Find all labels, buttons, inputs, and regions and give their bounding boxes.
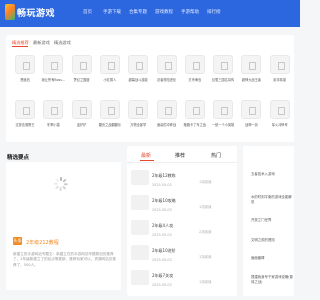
game-label[interactable]: 我让所有Boss...: [38, 77, 68, 82]
side-item[interactable]: 提建我身号干家游戏攻略(繁体之战): [251, 275, 293, 291]
game-icon[interactable]: [269, 55, 290, 74]
game-label[interactable]: 超神大战王者: [236, 77, 266, 82]
game-icon[interactable]: [128, 100, 149, 119]
game-label[interactable]: 冬季小猫: [38, 122, 68, 127]
list-item[interactable]: 2年级7关攻 2025-05-03 1次阅读: [131, 270, 231, 298]
article-views: 1次阅读: [199, 180, 212, 184]
loading-spinner-icon: [53, 177, 68, 191]
game-icon[interactable]: [241, 55, 262, 74]
tab-popular[interactable]: 热门: [211, 152, 221, 159]
side-item[interactable]: 开放之门世界: [251, 218, 293, 234]
side-item-label[interactable]: 面面最棒: [251, 256, 293, 261]
game-label[interactable]: 忍者冒险进化: [152, 77, 182, 82]
side-item-label[interactable]: 五者技术入游戏: [251, 172, 293, 177]
list-item[interactable]: 2年级10进阶 2025-05-03 1次阅读: [131, 245, 231, 273]
game-icon[interactable]: [269, 100, 290, 119]
game-label[interactable]: 跑跑卡丁车之战: [180, 122, 210, 127]
game-label[interactable]: 射手精英: [265, 77, 295, 82]
side-item-label[interactable]: 水的时刻平衡的游戏全能解说: [251, 195, 293, 205]
site-name[interactable]: 畅玩游戏: [17, 6, 55, 19]
game-icon[interactable]: [43, 100, 64, 119]
game-icon[interactable]: [43, 55, 64, 74]
side-item[interactable]: 文明之前的冒险: [251, 238, 293, 254]
side-item[interactable]: 水的时刻平衡的游戏全能解说: [251, 195, 293, 211]
game-icon[interactable]: [15, 100, 35, 119]
tab-latest[interactable]: 最新游戏: [33, 40, 50, 46]
game-icon[interactable]: [15, 55, 35, 74]
article-views: 1次阅读: [199, 280, 212, 284]
article-date: 2025-05-03: [152, 283, 172, 287]
article-date: 2025-05-03: [152, 208, 172, 212]
game-icon[interactable]: [156, 55, 177, 74]
game-label[interactable]: 战神一剑: [236, 122, 266, 127]
tab-selected[interactable]: 精选游戏: [54, 40, 71, 46]
nav-tutorials[interactable]: 游戏教程: [155, 9, 173, 15]
article-title[interactable]: 2年级7关攻: [152, 273, 173, 279]
game-label[interactable]: 方舟海岛: [180, 77, 210, 82]
side-item-label[interactable]: 开放之门世界: [251, 218, 293, 223]
game-icon[interactable]: [156, 100, 177, 119]
article-thumbnail[interactable]: [131, 270, 149, 285]
game-label[interactable]: 超幕战斗技能: [123, 77, 153, 82]
game-icon[interactable]: [184, 55, 205, 74]
game-icon[interactable]: [99, 55, 120, 74]
article-thumbnail[interactable]: [131, 170, 149, 185]
list-item[interactable]: 2年级4人攻 2025-05-03 2次阅读: [131, 220, 231, 248]
game-icon[interactable]: [213, 100, 234, 119]
article-title[interactable]: 2年级12教练: [152, 173, 176, 179]
headline-badge: 头条: [13, 237, 22, 245]
side-item[interactable]: 五者技术入游戏: [251, 172, 293, 188]
headline-link[interactable]: 2年级212教程: [26, 239, 59, 246]
nav-rankings[interactable]: 排行榜: [207, 9, 221, 15]
headline-description: 新建立的手游网站专题文：新建立在的手游网站专题原创的推荐了，2年级新建立了的站点…: [13, 252, 116, 267]
game-label[interactable]: 恶魔岛: [10, 77, 40, 82]
nav-help[interactable]: 手游帮助: [181, 9, 199, 15]
top-header: 畅玩游戏 首页 手游下载 合集专题 游戏教程 手游帮助 排行榜: [0, 0, 300, 27]
list-item[interactable]: 2年级10攻略 2025-05-03 1次阅读: [131, 195, 231, 223]
game-icon[interactable]: [184, 100, 205, 119]
article-views: 1次阅读: [199, 205, 212, 209]
game-label[interactable]: 小红帽人: [95, 77, 125, 82]
active-tab-indicator: [12, 46, 28, 47]
side-item[interactable]: 面面最棒: [251, 256, 293, 272]
article-thumbnail[interactable]: [131, 195, 149, 210]
tab-recommended[interactable]: 推荐: [175, 152, 185, 159]
game-icon[interactable]: [213, 55, 234, 74]
featured-title: 精选要点: [7, 155, 30, 161]
article-views: 1次阅读: [199, 255, 212, 259]
game-label[interactable]: 一统一个小英雄: [208, 122, 238, 127]
article-title[interactable]: 2年级4人攻: [152, 223, 173, 229]
article-date: 2025-05-03: [152, 233, 172, 237]
nav-downloads[interactable]: 手游下载: [103, 9, 121, 15]
game-label[interactable]: 幻想三国名将传: [208, 77, 238, 82]
article-views: 2次阅读: [199, 230, 212, 234]
article-date: 2025-05-03: [152, 258, 172, 262]
nav-collections[interactable]: 合集专题: [129, 9, 147, 15]
article-date: 2025-05-03: [152, 183, 172, 187]
list-item[interactable]: 2年级12教练 2025-05-03 1次阅读: [131, 170, 231, 198]
game-label[interactable]: 万物全部学: [123, 122, 153, 127]
game-icon[interactable]: [241, 100, 262, 119]
game-label[interactable]: 金铲铲: [67, 122, 97, 127]
game-icon[interactable]: [71, 100, 92, 119]
nav-home[interactable]: 首页: [83, 9, 92, 15]
game-icon[interactable]: [128, 55, 149, 74]
game-label[interactable]: 魔兽的冲锋战: [152, 122, 182, 127]
side-item-label[interactable]: 提建我身号干家游戏攻略(繁体之战): [251, 275, 293, 285]
article-title[interactable]: 2年级10攻略: [152, 198, 176, 204]
article-thumbnail[interactable]: [131, 245, 149, 260]
game-label[interactable]: 梦幻之国度: [67, 77, 97, 82]
article-tab-divider: [127, 162, 237, 163]
game-label[interactable]: 过撞击落野王: [10, 122, 40, 127]
game-icon[interactable]: [71, 55, 92, 74]
game-label[interactable]: 军火冲锋号: [265, 122, 295, 127]
tab-newest[interactable]: 最新: [141, 152, 151, 159]
game-label[interactable]: 翻页之战翻翻乐: [95, 122, 125, 127]
article-title[interactable]: 2年级10进阶: [152, 248, 176, 254]
article-thumbnail[interactable]: [131, 220, 149, 235]
logo-icon[interactable]: [5, 4, 15, 20]
article-tab-indicator: [140, 160, 154, 161]
game-icon[interactable]: [99, 100, 120, 119]
side-item-label[interactable]: 文明之前的冒险: [251, 238, 293, 243]
